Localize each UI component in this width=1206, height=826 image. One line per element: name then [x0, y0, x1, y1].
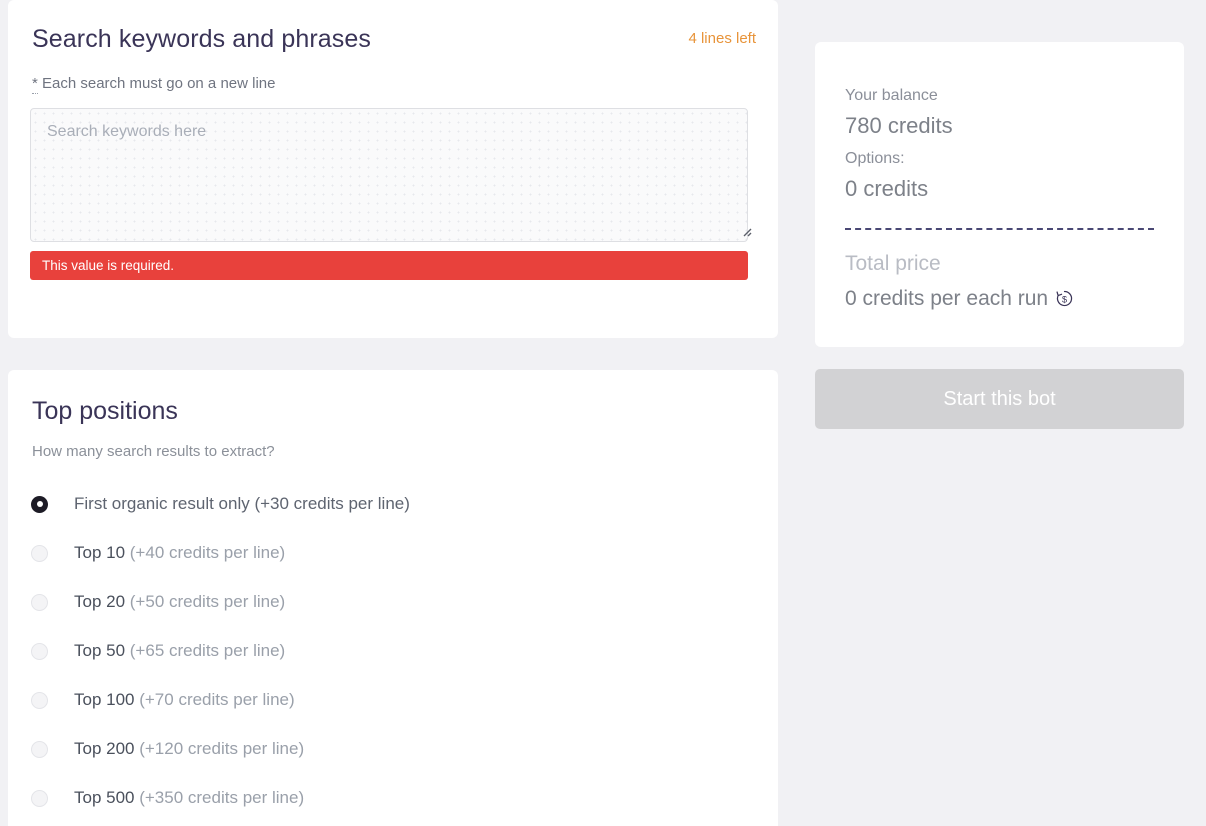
start-bot-button[interactable]: Start this bot — [815, 369, 1184, 429]
svg-text:$: $ — [1062, 295, 1067, 305]
radio-option-price: (+30 credits per line) — [249, 494, 410, 513]
radio-unselected-icon[interactable] — [31, 544, 48, 562]
options-value: 0 credits — [845, 176, 929, 202]
radio-option-0[interactable]: First organic result only (+30 credits p… — [30, 480, 756, 529]
radio-option-name: Top 20 — [74, 592, 126, 611]
total-price-label: Total price — [845, 251, 941, 275]
balance-value: 780 credits — [845, 113, 953, 138]
lines-left-counter: 4 lines left — [688, 30, 756, 47]
radio-unselected-icon[interactable] — [31, 642, 48, 660]
radio-option-6[interactable]: Top 500 (+350 credits per line) — [30, 774, 756, 823]
page-root: Search keywords and phrases 4 lines left… — [0, 0, 1206, 826]
radio-option-label: Top 50 (+65 credits per line) — [74, 641, 285, 661]
search-keywords-card: Search keywords and phrases 4 lines left… — [8, 0, 778, 338]
total-price-value-row: 0 credits per each run $ — [845, 286, 1154, 311]
radio-option-name: First organic result only — [74, 494, 250, 513]
radio-option-label: Top 10 (+40 credits per line) — [74, 543, 285, 563]
recurring-dollar-icon: $ — [1056, 290, 1073, 307]
search-keywords-input[interactable] — [30, 107, 748, 242]
radio-option-name: Top 200 — [74, 739, 135, 758]
radio-option-label: Top 20 (+50 credits per line) — [74, 592, 285, 612]
radio-option-3[interactable]: Top 50 (+65 credits per line) — [30, 627, 756, 676]
page-title: Search keywords and phrases — [32, 25, 371, 53]
radio-option-price: (+120 credits per line) — [134, 739, 305, 758]
radio-unselected-icon[interactable] — [31, 789, 48, 807]
top-positions-card: Top positions How many search results to… — [8, 370, 778, 826]
new-line-hint: * Each search must go on a new line — [32, 74, 756, 94]
radio-option-name: Top 500 — [74, 788, 135, 807]
radio-option-label: Top 100 (+70 credits per line) — [74, 690, 295, 710]
left-column: Search keywords and phrases 4 lines left… — [8, 0, 778, 826]
keywords-input-wrapper — [30, 107, 756, 242]
validation-error-text: This value is required. — [42, 257, 175, 273]
top-positions-title: Top positions — [32, 397, 178, 425]
radio-option-2[interactable]: Top 20 (+50 credits per line) — [30, 578, 756, 627]
radio-option-name: Top 100 — [74, 690, 135, 709]
radio-option-5[interactable]: Top 200 (+120 credits per line) — [30, 725, 756, 774]
right-column: Your balance 780 credits Options: 0 cred… — [815, 42, 1184, 429]
balance-summary-card: Your balance 780 credits Options: 0 cred… — [815, 42, 1184, 347]
top-positions-radio-group[interactable]: First organic result only (+30 credits p… — [30, 480, 756, 823]
radio-option-price: (+65 credits per line) — [125, 641, 286, 660]
balance-label: Your balance — [845, 87, 938, 104]
options-label: Options: — [845, 150, 905, 168]
radio-option-label: First organic result only (+30 credits p… — [74, 494, 410, 514]
price-divider — [845, 227, 1154, 230]
validation-error-banner: This value is required. — [30, 250, 748, 280]
radio-unselected-icon[interactable] — [31, 593, 48, 611]
radio-unselected-icon[interactable] — [31, 740, 48, 758]
radio-option-price: (+50 credits per line) — [125, 592, 286, 611]
radio-option-price: (+350 credits per line) — [134, 788, 305, 807]
radio-option-1[interactable]: Top 10 (+40 credits per line) — [30, 529, 756, 578]
radio-option-name: Top 10 — [74, 543, 126, 562]
total-price-value: 0 credits per each run — [845, 286, 1049, 310]
radio-option-label: Top 500 (+350 credits per line) — [74, 788, 304, 808]
keywords-card-header: Search keywords and phrases 4 lines left — [30, 24, 756, 54]
top-positions-subtitle: How many search results to extract? — [32, 442, 275, 460]
radio-option-name: Top 50 — [74, 641, 126, 660]
new-line-hint-text: Each search must go on a new line — [37, 74, 276, 92]
radio-option-price: (+40 credits per line) — [125, 543, 286, 562]
radio-option-4[interactable]: Top 100 (+70 credits per line) — [30, 676, 756, 725]
radio-option-label: Top 200 (+120 credits per line) — [74, 739, 304, 759]
radio-unselected-icon[interactable] — [31, 691, 48, 709]
radio-option-price: (+70 credits per line) — [134, 690, 295, 709]
radio-selected-icon[interactable] — [31, 495, 48, 513]
